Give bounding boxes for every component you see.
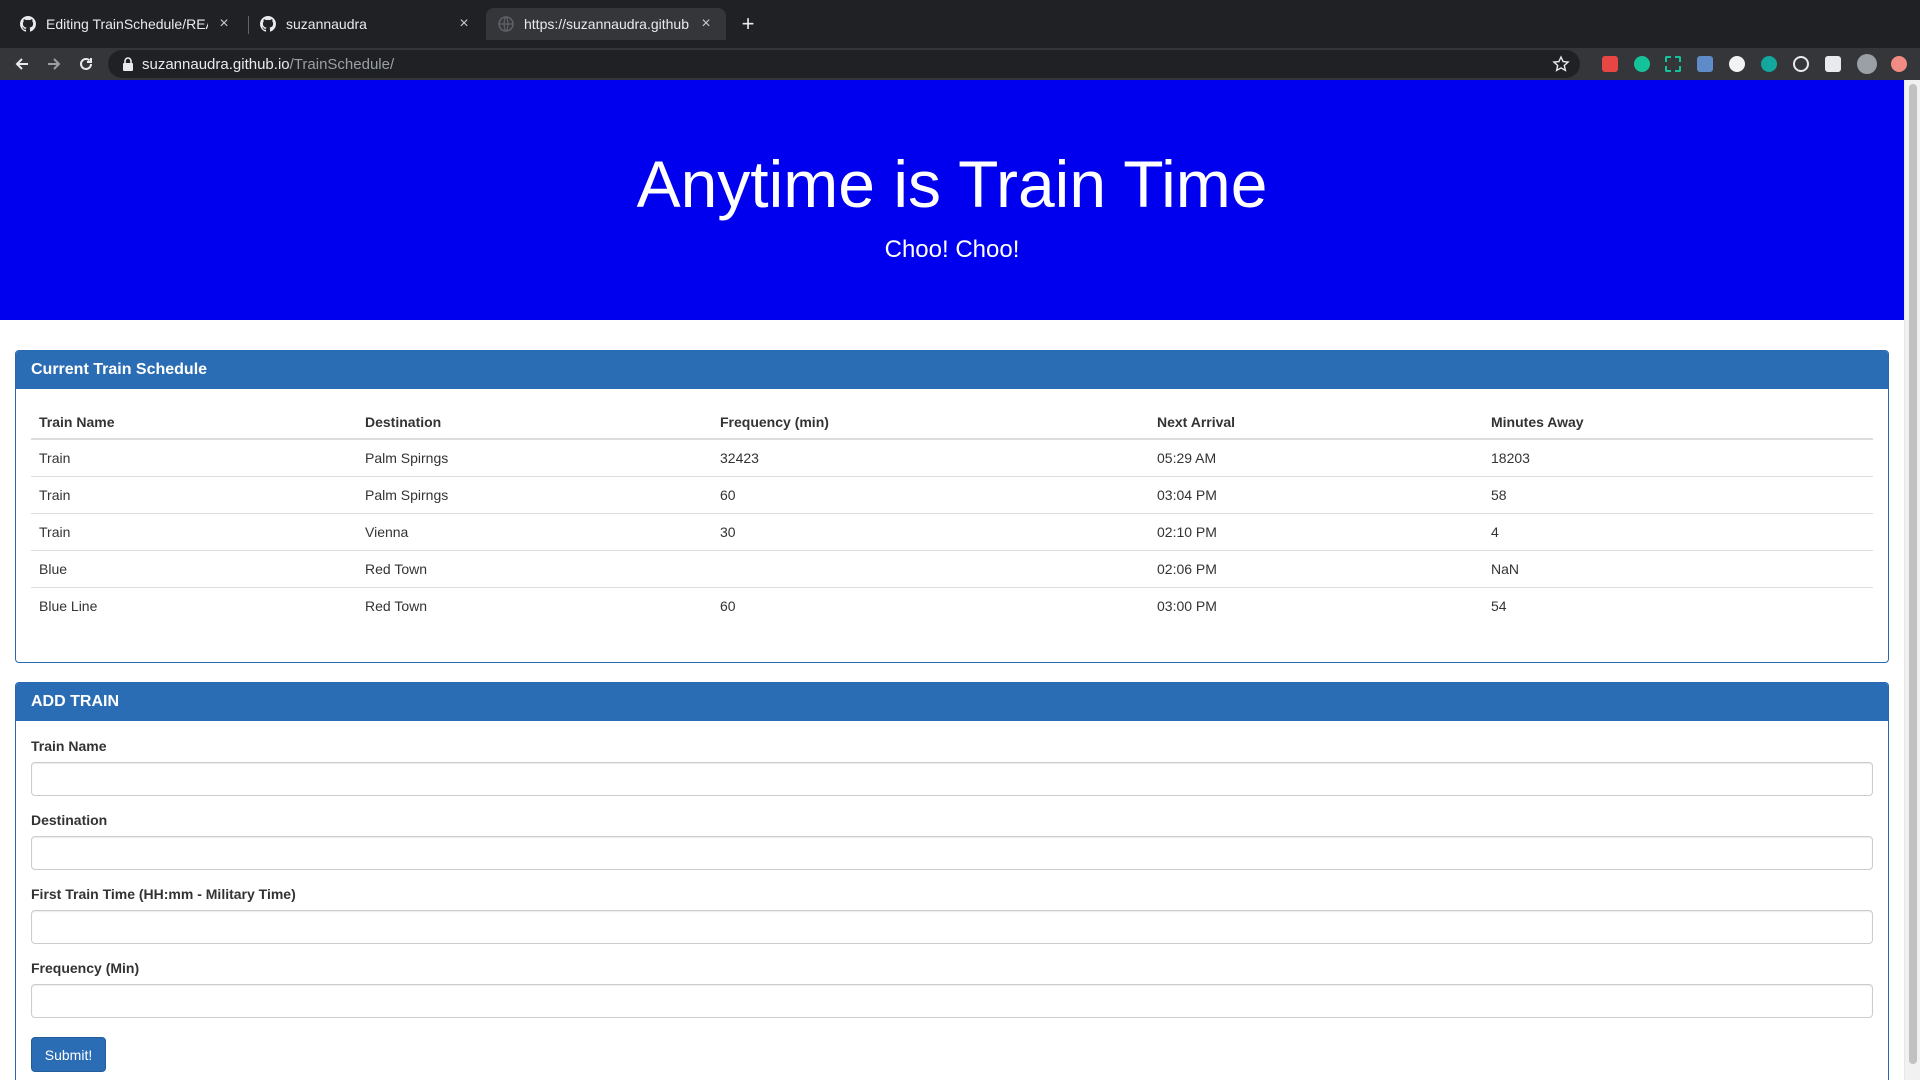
first-train-time-label: First Train Time (HH:mm - Military Time) (31, 886, 296, 902)
table-row: Train Vienna 30 02:10 PM 4 (31, 512, 1873, 550)
extension-icon[interactable] (1729, 56, 1745, 72)
schedule-panel-heading: Current Train Schedule (16, 351, 1888, 389)
table-cell: Vienna (357, 512, 712, 550)
first-train-time-input[interactable] (31, 910, 1873, 944)
tab-close-icon[interactable]: × (216, 16, 232, 32)
reload-icon[interactable] (74, 52, 98, 76)
table-cell: Palm Spirngs (357, 475, 712, 513)
browser-toolbar: suzannaudra.github.io/TrainSchedule/ (0, 48, 1920, 80)
url-text: suzannaudra.github.io/TrainSchedule/ (142, 56, 394, 73)
table-cell: 30 (712, 512, 1149, 550)
browser-tab-suzannaudra[interactable]: suzannaudra × (248, 8, 484, 40)
column-header: Next Arrival (1149, 405, 1483, 440)
bookmark-star-icon[interactable] (1552, 55, 1570, 73)
address-bar[interactable]: suzannaudra.github.io/TrainSchedule/ (108, 50, 1580, 78)
tab-title: suzannaudra (286, 16, 367, 32)
column-header: Minutes Away (1483, 405, 1873, 440)
schedule-panel: Current Train Schedule Train Name Destin… (15, 350, 1889, 663)
url-host: suzannaudra.github.io (142, 56, 290, 73)
scrollbar-thumb[interactable] (1909, 84, 1917, 1064)
table-cell: 05:29 AM (1149, 438, 1483, 476)
table-row: Blue Red Town 02:06 PM NaN (31, 549, 1873, 587)
browser-tab-editing-readme[interactable]: Editing TrainSchedule/READM × (8, 8, 244, 40)
train-name-input[interactable] (31, 762, 1873, 796)
new-tab-button[interactable]: + (736, 12, 760, 36)
tab-title: Editing TrainSchedule/READM (46, 16, 208, 32)
puzzle-icon[interactable] (1825, 56, 1841, 72)
github-icon (20, 16, 36, 32)
table-cell: Train (31, 475, 357, 513)
extension-icon[interactable] (1891, 56, 1907, 72)
extension-icon[interactable] (1697, 56, 1713, 72)
grammarly-icon[interactable] (1634, 56, 1650, 72)
frequency-label: Frequency (Min) (31, 960, 140, 976)
table-cell: 18203 (1483, 438, 1873, 476)
page-scrollbar[interactable] (1904, 80, 1920, 1080)
table-header-row: Train Name Destination Frequency (min) N… (31, 405, 1873, 440)
table-cell: Red Town (357, 549, 712, 587)
react-devtools-icon[interactable] (1793, 56, 1809, 72)
table-row: Blue Line Red Town 60 03:00 PM 54 (31, 586, 1873, 624)
screenshot-extension-icon[interactable] (1665, 56, 1681, 72)
table-cell: 32423 (712, 438, 1149, 476)
table-cell: 60 (712, 586, 1149, 624)
extension-icon[interactable] (1761, 56, 1777, 72)
tab-title: https://suzannaudra.github.io/ (524, 16, 690, 32)
tab-close-icon[interactable]: × (456, 16, 472, 32)
table-row: Train Palm Spirngs 32423 05:29 AM 18203 (31, 438, 1873, 476)
column-header: Destination (357, 405, 712, 440)
table-cell: 02:06 PM (1149, 549, 1483, 587)
page-subtitle: Choo! Choo! (884, 236, 1020, 263)
table-cell: 58 (1483, 475, 1873, 513)
table-cell: 4 (1483, 512, 1873, 550)
table-cell: NaN (1483, 549, 1873, 587)
destination-label: Destination (31, 812, 108, 828)
table-cell: Train (31, 512, 357, 550)
forward-icon[interactable] (42, 52, 66, 76)
table-cell: Palm Spirngs (357, 438, 712, 476)
train-name-label: Train Name (31, 738, 107, 754)
browser-tab-strip: Editing TrainSchedule/READM × suzannaudr… (0, 0, 1920, 48)
table-row: Train Palm Spirngs 60 03:04 PM 58 (31, 475, 1873, 513)
page-title: Anytime is Train Time (636, 147, 1268, 221)
table-cell: Blue (31, 549, 357, 587)
schedule-table: Train Name Destination Frequency (min) N… (31, 405, 1873, 624)
table-cell (712, 549, 1149, 587)
frequency-input[interactable] (31, 984, 1873, 1018)
column-header: Train Name (31, 405, 357, 440)
destination-input[interactable] (31, 836, 1873, 870)
table-cell: 03:04 PM (1149, 475, 1483, 513)
browser-tab-active[interactable]: https://suzannaudra.github.io/ × (486, 8, 726, 40)
table-cell: Train (31, 438, 357, 476)
url-path: /TrainSchedule/ (289, 56, 395, 73)
tab-close-icon[interactable]: × (698, 16, 714, 32)
page-content: Anytime is Train Time Choo! Choo! Curren… (0, 80, 1904, 1080)
jumbotron: Anytime is Train Time Choo! Choo! (0, 80, 1904, 320)
add-train-panel-heading: ADD TRAIN (16, 683, 1888, 721)
column-header: Frequency (min) (712, 405, 1149, 440)
table-cell: 54 (1483, 586, 1873, 624)
table-cell: Blue Line (31, 586, 357, 624)
extension-icon[interactable] (1602, 56, 1618, 72)
table-cell: 02:10 PM (1149, 512, 1483, 550)
github-icon (260, 16, 276, 32)
table-cell: 60 (712, 475, 1149, 513)
table-cell: 03:00 PM (1149, 586, 1483, 624)
add-train-panel: ADD TRAIN Train Name Destination First T… (15, 682, 1889, 1080)
avatar[interactable] (1857, 54, 1877, 74)
globe-icon (498, 16, 514, 32)
submit-button[interactable]: Submit! (31, 1037, 106, 1072)
lock-icon (123, 57, 133, 71)
table-cell: Red Town (357, 586, 712, 624)
back-icon[interactable] (10, 52, 34, 76)
